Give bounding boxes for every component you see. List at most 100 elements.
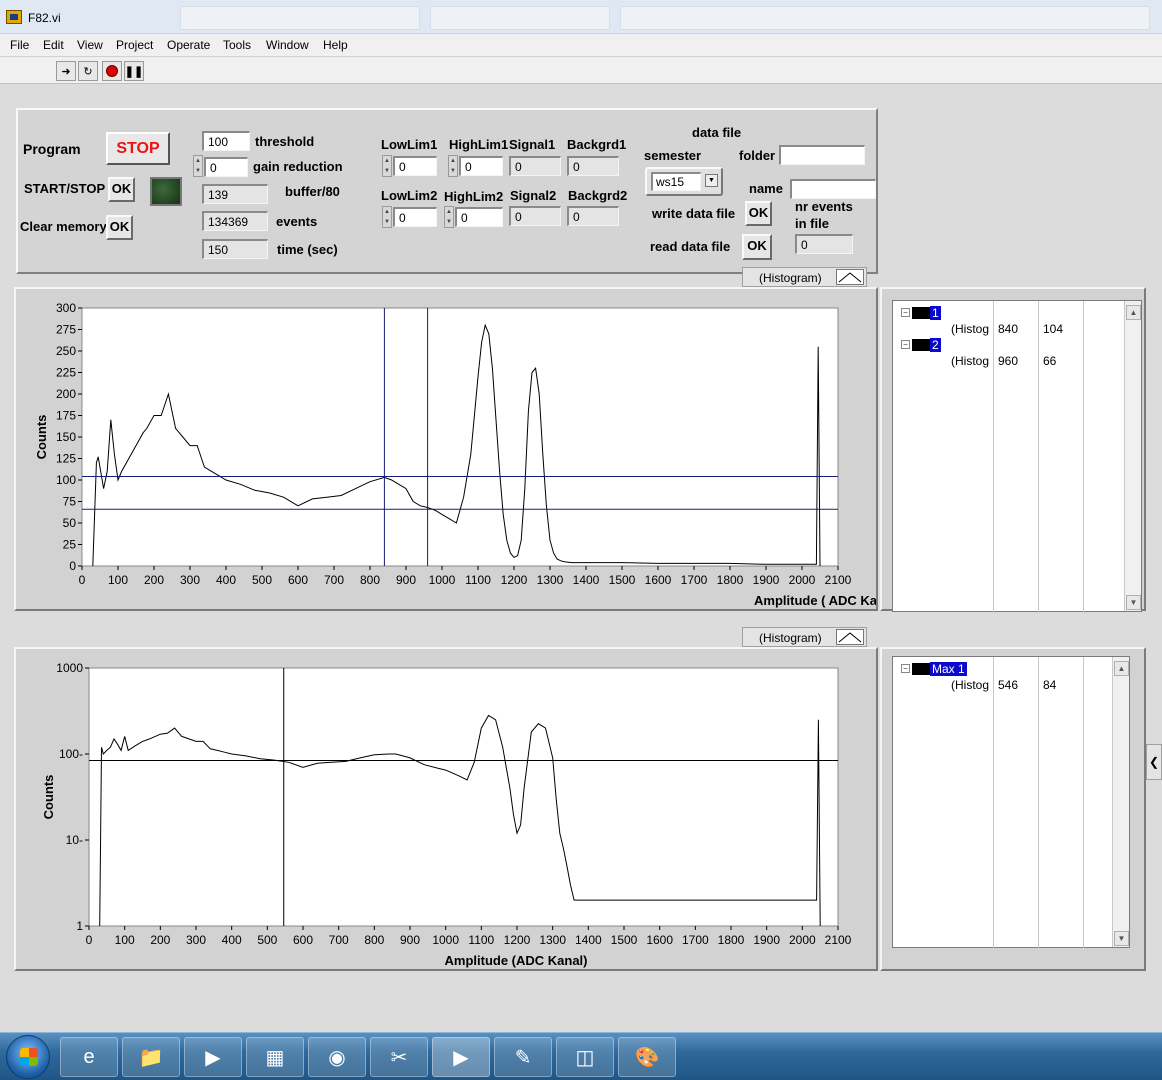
cursor-name[interactable]: Max 1 bbox=[930, 662, 967, 676]
plot-legend-top[interactable]: (Histogram) bbox=[742, 267, 867, 287]
menu-operate[interactable]: Operate bbox=[167, 38, 210, 52]
highlim1-label: HighLim1 bbox=[449, 137, 509, 152]
labview-taskbar-icon[interactable]: ▶ bbox=[432, 1037, 490, 1077]
highlim1-spinner-icon[interactable]: ▲ ▼ bbox=[448, 155, 458, 177]
remote-desktop-icon[interactable]: ◫ bbox=[556, 1037, 614, 1077]
run-arrow-icon[interactable]: ➜ bbox=[56, 61, 76, 81]
highlim1-input[interactable]: 0 bbox=[459, 156, 503, 176]
abort-icon[interactable] bbox=[102, 61, 122, 81]
plot-legend-bottom[interactable]: (Histogram) bbox=[742, 627, 867, 647]
folder-input[interactable] bbox=[779, 145, 865, 165]
chevron-down-icon[interactable]: ▼ bbox=[705, 174, 718, 187]
x-tick-label: 1800 bbox=[718, 933, 745, 947]
menu-help[interactable]: Help bbox=[323, 38, 348, 52]
menu-view[interactable]: View bbox=[77, 38, 103, 52]
signal2-indicator: 0 bbox=[509, 206, 561, 226]
highlim2-spinner-icon[interactable]: ▲ ▼ bbox=[444, 206, 454, 228]
lowlim2-label: LowLim2 bbox=[381, 188, 438, 203]
x-tick-label: 1200 bbox=[504, 933, 531, 947]
internet-explorer-icon[interactable]: e bbox=[60, 1037, 118, 1077]
y-tick-label: 150 bbox=[56, 430, 76, 444]
calculator-icon[interactable]: ▦ bbox=[246, 1037, 304, 1077]
histogram-plot-linear[interactable]: 0 100 200 300 400 500 600 700 800 900 1000 1100 1200… bbox=[16, 289, 876, 609]
pause-icon[interactable]: ❚❚ bbox=[124, 61, 144, 81]
cursor-y: 104 bbox=[1043, 322, 1064, 336]
cursor-x: 546 bbox=[998, 678, 1019, 692]
stop-button[interactable]: STOP bbox=[106, 132, 170, 165]
name-input[interactable] bbox=[790, 179, 876, 199]
threshold-input[interactable]: 100 bbox=[202, 131, 250, 151]
media-player-icon[interactable]: ▶ bbox=[184, 1037, 242, 1077]
x-tick-label: 0 bbox=[86, 933, 93, 947]
panel-expand-icon[interactable]: ❮ bbox=[1146, 744, 1162, 780]
histogram-plot-log[interactable]: 0 100 200 300 400 500 600 700 800 900 1000 1100 1200… bbox=[16, 649, 876, 969]
y-tick-label: 100- bbox=[59, 747, 83, 761]
x-tick-label: 1600 bbox=[645, 573, 672, 587]
cursor-list-top[interactable]: ▲ ▼ − 1 (Histog 840 104 − 2 (Histog 960 … bbox=[892, 300, 1142, 613]
scroll-down-icon[interactable]: ▼ bbox=[1114, 931, 1129, 946]
snipping-tool-icon[interactable]: ✂ bbox=[370, 1037, 428, 1077]
lowlim1-input[interactable]: 0 bbox=[393, 156, 437, 176]
cursor-color-swatch bbox=[912, 307, 930, 319]
cursor-x: 840 bbox=[998, 322, 1019, 336]
x-tick-label: 1800 bbox=[717, 573, 744, 587]
lowlim1-spinner-icon[interactable]: ▲ ▼ bbox=[382, 155, 392, 177]
menu-window[interactable]: Window bbox=[266, 38, 309, 52]
menu-edit[interactable]: Edit bbox=[43, 38, 64, 52]
tree-collapse-icon[interactable]: − bbox=[901, 308, 910, 317]
title-bar-blurred-area bbox=[430, 6, 610, 30]
cursor-list-scrollbar[interactable]: ▲ ▼ bbox=[1124, 301, 1141, 611]
lowlim2-input[interactable]: 0 bbox=[393, 207, 437, 227]
y-tick-label: 1000 bbox=[56, 661, 83, 675]
plot-area bbox=[88, 667, 839, 927]
menu-file[interactable]: File bbox=[10, 38, 29, 52]
x-axis-label: Amplitude ( ADC Ka bbox=[754, 593, 876, 608]
x-tick-label: 1700 bbox=[681, 573, 708, 587]
y-tick-label: 1 bbox=[76, 919, 83, 933]
firefox-icon[interactable]: ◉ bbox=[308, 1037, 366, 1077]
x-tick-label: 2000 bbox=[789, 573, 816, 587]
gain-spinner-icon[interactable]: ▲ ▼ bbox=[193, 155, 203, 177]
semester-select[interactable]: ws15 ▼ bbox=[645, 167, 723, 196]
cursor-name[interactable]: 2 bbox=[930, 338, 941, 352]
run-continuous-icon[interactable]: ↻ bbox=[78, 61, 98, 81]
gain-reduction-input[interactable]: 0 bbox=[204, 157, 248, 177]
cursor-list-bottom[interactable]: ▲ ▼ − Max 1 (Histog 546 84 bbox=[892, 656, 1130, 949]
x-tick-label: 1400 bbox=[575, 933, 602, 947]
x-tick-label: 300 bbox=[180, 573, 200, 587]
column-divider bbox=[1083, 657, 1084, 949]
startstop-ok-button[interactable]: OK bbox=[108, 177, 135, 202]
tree-collapse-icon[interactable]: − bbox=[901, 664, 910, 673]
backgrd1-indicator: 0 bbox=[567, 156, 619, 176]
cursor-plot: (Histog bbox=[951, 678, 990, 692]
file-explorer-icon[interactable]: 📁 bbox=[122, 1037, 180, 1077]
column-divider bbox=[1083, 301, 1084, 613]
paint-icon[interactable]: 🎨 bbox=[618, 1037, 676, 1077]
read-data-file-ok-button[interactable]: OK bbox=[742, 234, 772, 260]
labview-app-icon bbox=[6, 10, 22, 24]
y-tick-label: 100 bbox=[56, 473, 76, 487]
scroll-up-icon[interactable]: ▲ bbox=[1114, 661, 1129, 676]
menu-project[interactable]: Project bbox=[116, 38, 153, 52]
lowlim2-spinner-icon[interactable]: ▲ ▼ bbox=[382, 206, 392, 228]
title-bar-blurred-area bbox=[180, 6, 420, 30]
y-tick-label: 300 bbox=[56, 301, 76, 315]
time-indicator: 150 bbox=[202, 239, 268, 259]
notepad-icon[interactable]: ✎ bbox=[494, 1037, 552, 1077]
cursor-name[interactable]: 1 bbox=[930, 306, 941, 320]
write-data-file-ok-button[interactable]: OK bbox=[745, 201, 772, 226]
start-button-icon[interactable] bbox=[6, 1035, 50, 1079]
nr-events-indicator: 0 bbox=[795, 234, 853, 254]
clear-memory-ok-button[interactable]: OK bbox=[106, 215, 133, 240]
scroll-down-icon[interactable]: ▼ bbox=[1126, 595, 1141, 610]
menu-tools[interactable]: Tools bbox=[223, 38, 251, 52]
highlim2-label: HighLim2 bbox=[444, 189, 504, 204]
y-axis-label: Counts bbox=[41, 775, 56, 820]
y-tick-label: 75 bbox=[63, 495, 77, 509]
highlim2-input[interactable]: 0 bbox=[455, 207, 503, 227]
events-label: events bbox=[276, 214, 318, 229]
scroll-up-icon[interactable]: ▲ bbox=[1126, 305, 1141, 320]
cursor-list-scrollbar[interactable]: ▲ ▼ bbox=[1112, 657, 1129, 947]
tree-collapse-icon[interactable]: − bbox=[901, 340, 910, 349]
y-tick-label: 275 bbox=[56, 323, 76, 337]
